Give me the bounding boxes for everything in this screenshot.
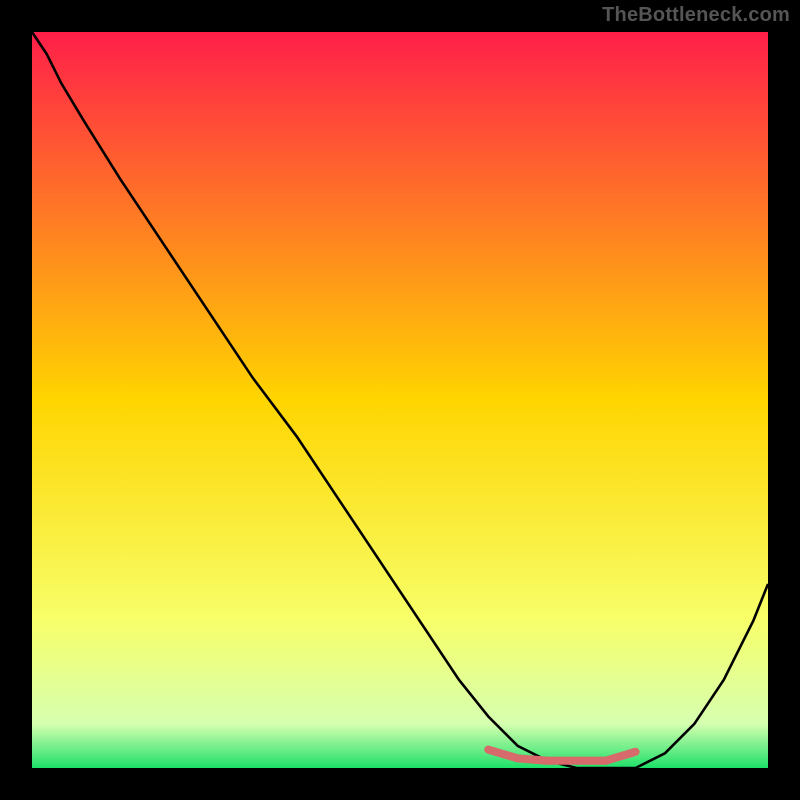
plot-area — [32, 32, 768, 768]
chart-page: TheBottleneck.com — [0, 0, 800, 800]
gradient-background — [32, 32, 768, 768]
chart-svg — [32, 32, 768, 768]
watermark-label: TheBottleneck.com — [602, 4, 790, 27]
